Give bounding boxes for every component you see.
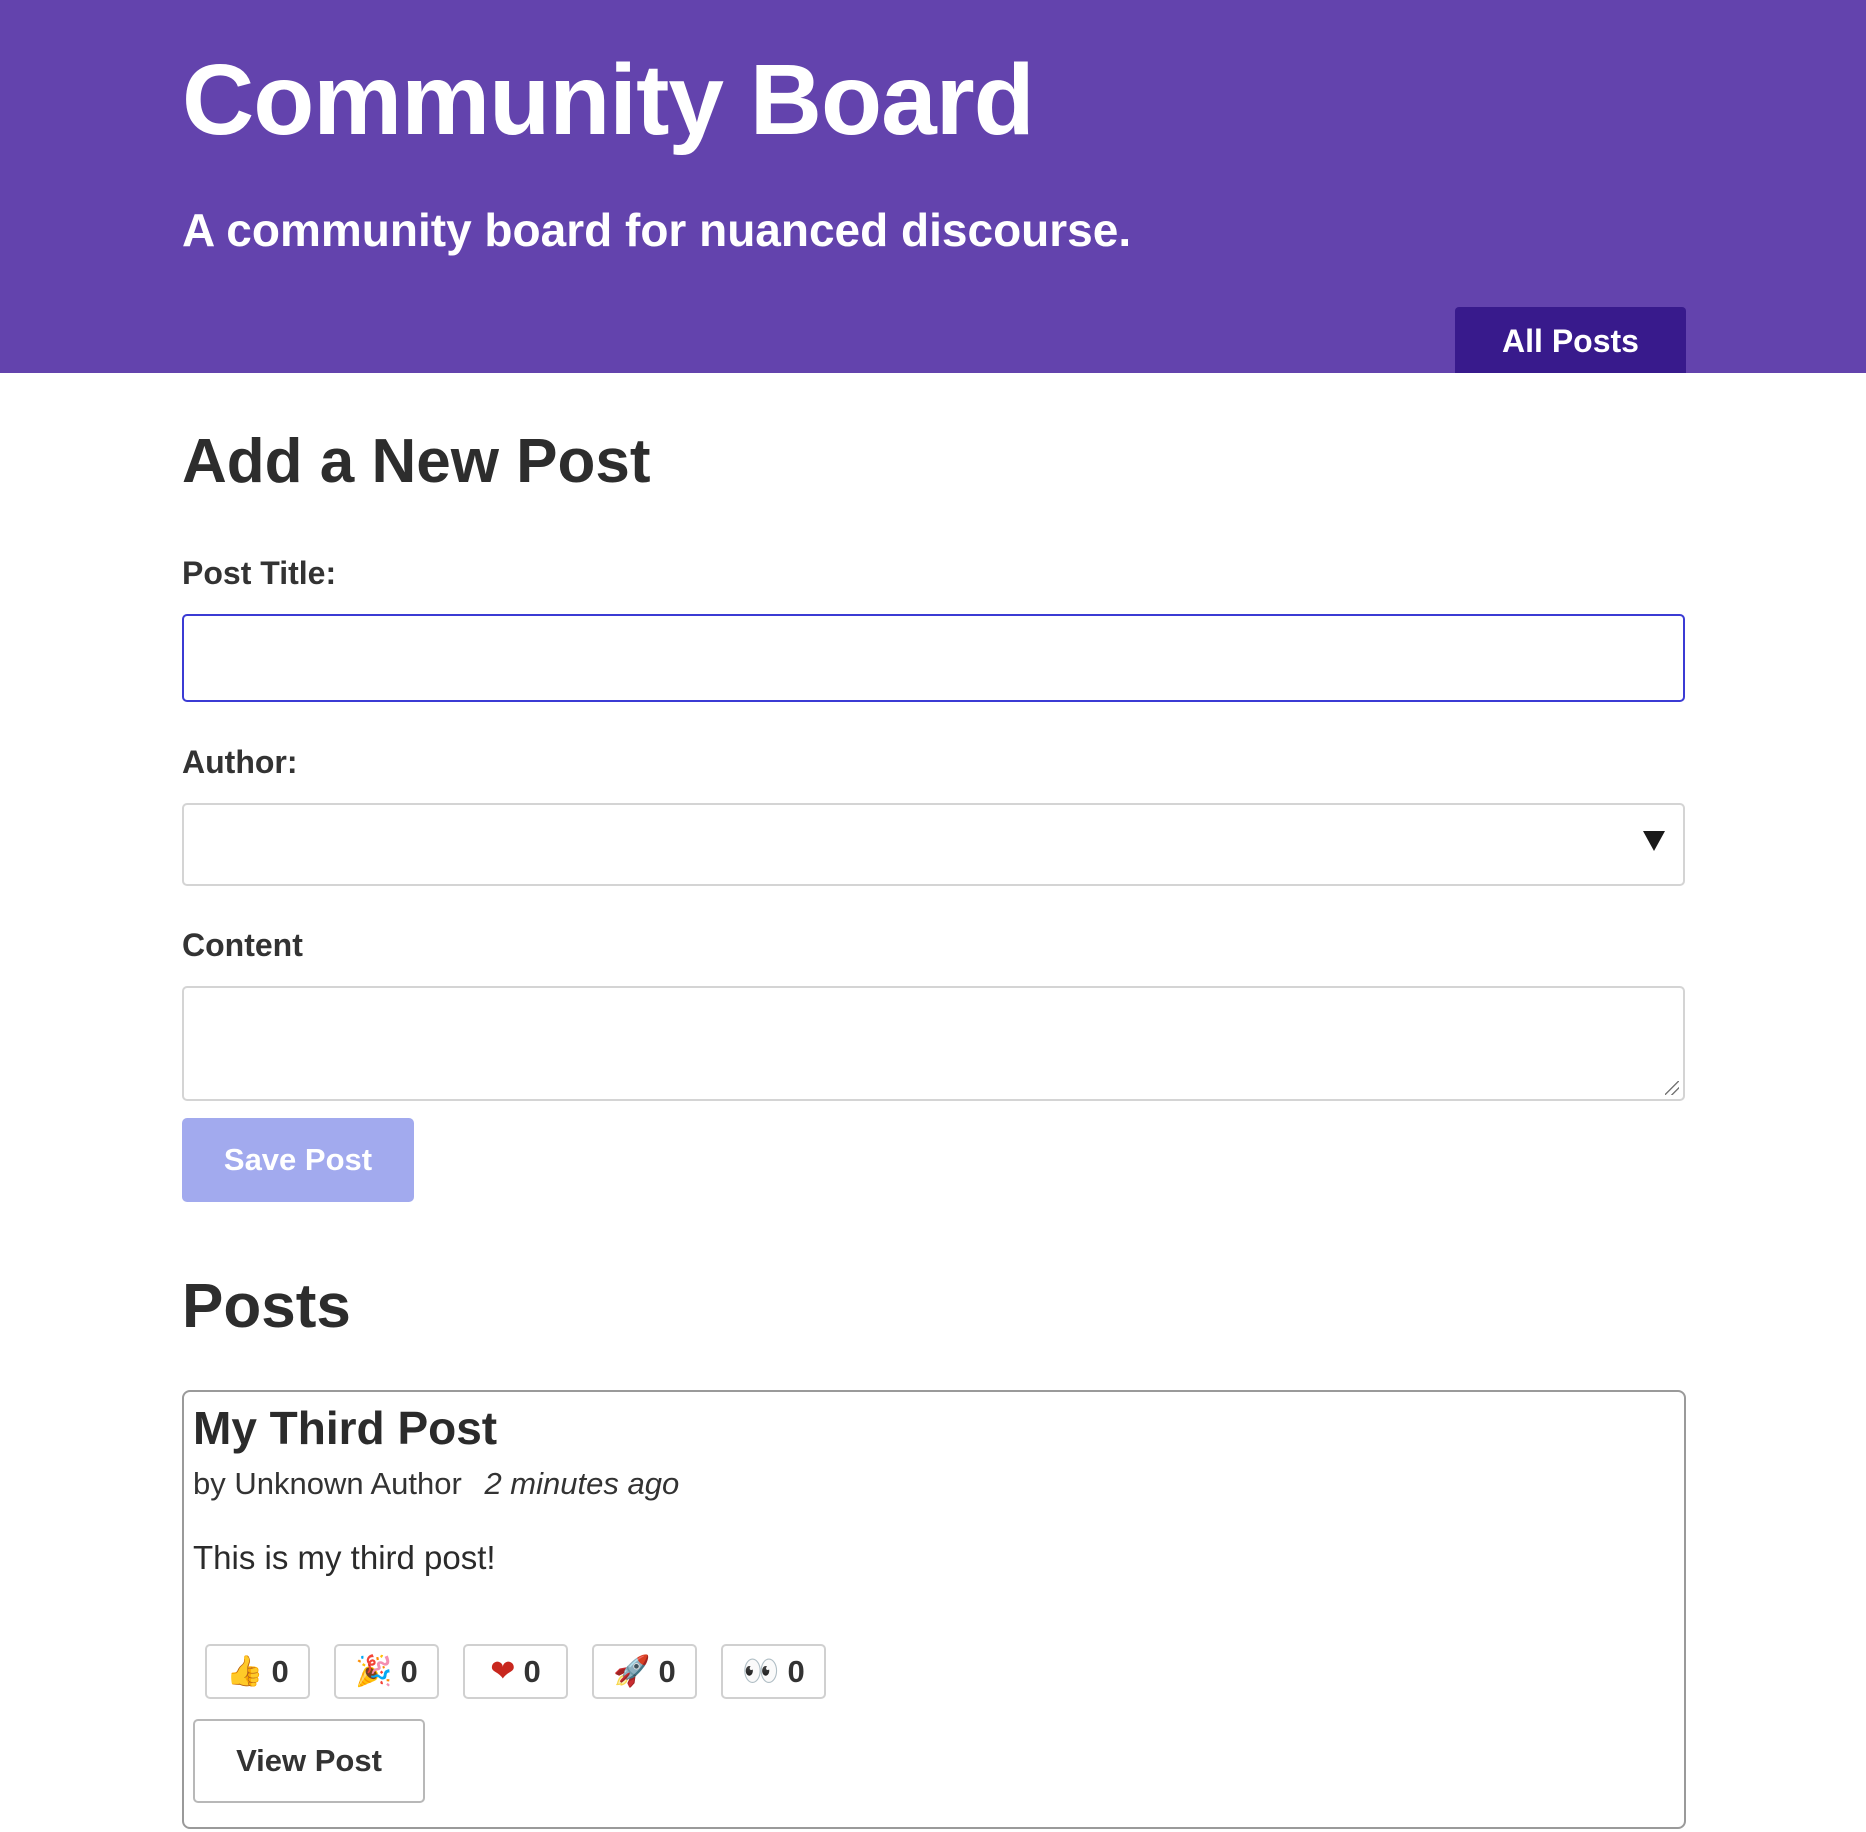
reaction-count: 0 [658, 1653, 676, 1689]
content-textarea[interactable] [182, 986, 1685, 1101]
reaction-heart-button[interactable]: ❤ 0 [463, 1644, 568, 1699]
reaction-count: 0 [400, 1653, 418, 1689]
party-popper-icon: 🎉 [355, 1653, 393, 1689]
site-subtitle: A community board for nuanced discourse. [182, 204, 1132, 256]
dropdown-arrow-icon [1643, 831, 1665, 851]
site-title: Community Board [182, 44, 1035, 156]
reaction-eyes-button[interactable]: 👀 0 [721, 1644, 826, 1699]
rocket-icon: 🚀 [613, 1653, 651, 1689]
author-label: Author: [182, 744, 298, 780]
view-post-button[interactable]: View Post [193, 1719, 425, 1803]
reaction-rocket-button[interactable]: 🚀 0 [592, 1644, 697, 1699]
post-meta: by Unknown Author 2 minutes ago [193, 1464, 679, 1504]
reaction-count: 0 [787, 1653, 805, 1689]
author-select[interactable] [182, 803, 1685, 886]
post-author: by Unknown Author [193, 1466, 462, 1501]
reaction-thumbs-up-button[interactable]: 👍 0 [205, 1644, 310, 1699]
heart-icon: ❤ [490, 1653, 516, 1689]
save-post-button[interactable]: Save Post [182, 1118, 414, 1202]
thumbs-up-icon: 👍 [226, 1653, 264, 1689]
content-label: Content [182, 927, 303, 963]
site-header: Community Board A community board for nu… [0, 0, 1866, 373]
reaction-count: 0 [523, 1653, 541, 1689]
post-title-input[interactable] [182, 614, 1685, 702]
post-card: My Third Post by Unknown Author 2 minute… [182, 1390, 1686, 1829]
posts-heading: Posts [182, 1272, 351, 1341]
resize-grip-icon[interactable] [1665, 1081, 1679, 1095]
post-title: My Third Post [193, 1402, 498, 1454]
post-timestamp: 2 minutes ago [484, 1466, 680, 1501]
add-post-heading: Add a New Post [182, 427, 651, 496]
eyes-icon: 👀 [742, 1653, 780, 1689]
all-posts-nav-button[interactable]: All Posts [1455, 307, 1686, 373]
reaction-count: 0 [271, 1653, 289, 1689]
post-title-label: Post Title: [182, 555, 337, 591]
reaction-party-button[interactable]: 🎉 0 [334, 1644, 439, 1699]
post-content: This is my third post! [193, 1539, 496, 1576]
